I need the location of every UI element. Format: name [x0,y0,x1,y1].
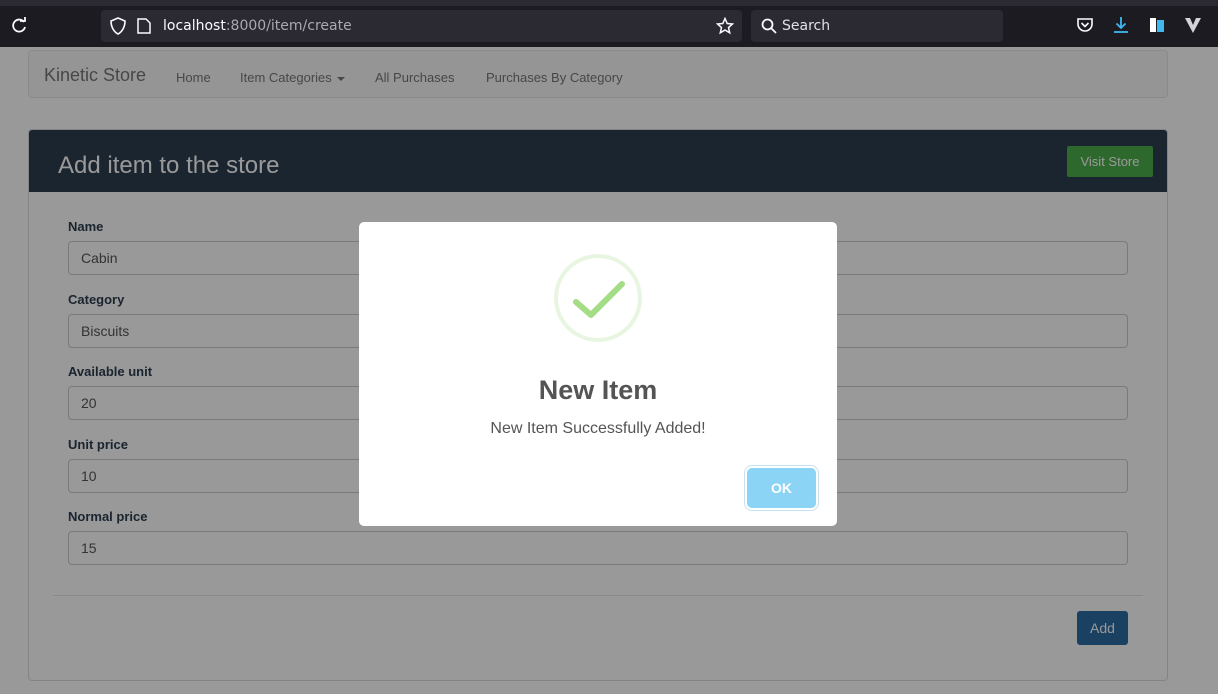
success-dialog: New Item New Item Successfully Added! OK [359,222,837,526]
page-icon [137,18,151,34]
url-text[interactable]: localhost:8000/item/create [163,18,352,34]
vivaldi-icon[interactable] [1184,16,1202,34]
success-check-icon [573,281,625,318]
search-box[interactable]: Search [751,10,1003,42]
search-icon [761,18,777,34]
tab-strip [0,0,1218,6]
bookmark-star-icon[interactable] [716,17,734,35]
dialog-title: New Item [538,375,658,405]
download-icon[interactable] [1112,16,1130,34]
shield-icon[interactable] [109,17,127,35]
ok-button[interactable]: OK [747,468,816,508]
browser-toolbar: localhost:8000/item/create Search [0,0,1218,47]
url-path: :8000/item/create [225,18,352,34]
pocket-icon[interactable] [1076,16,1094,34]
address-bar[interactable]: localhost:8000/item/create [101,10,742,42]
reload-icon[interactable] [10,17,28,35]
url-host: localhost [163,18,226,34]
extension-icon[interactable] [1148,16,1166,34]
search-placeholder: Search [782,18,831,34]
dialog-message: New Item Successfully Added! [490,420,706,437]
